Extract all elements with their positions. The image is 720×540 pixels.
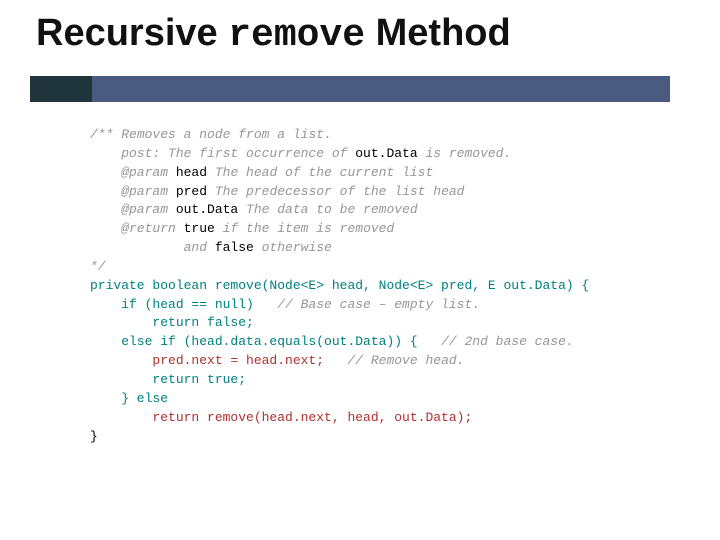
code-l11: return false;	[90, 315, 254, 330]
code-l04a: @param	[90, 184, 176, 199]
code-l07c: otherwise	[262, 240, 332, 255]
code-l06a: @return	[90, 221, 184, 236]
code-l01b: Removes a node from a list.	[121, 127, 332, 142]
code-l12a: else if (head.data.equals(out.Data)) {	[90, 334, 441, 349]
code-l03c: The head of the current list	[215, 165, 433, 180]
title-part2: Method	[365, 12, 511, 54]
code-l02a: post: The first occurrence of	[90, 146, 355, 161]
code-l03b: head	[176, 165, 215, 180]
code-l03a: @param	[90, 165, 176, 180]
code-l01a: /**	[90, 127, 121, 142]
code-l04c: The predecessor of the list head	[215, 184, 465, 199]
code-l08: */	[90, 259, 106, 274]
code-l17: }	[90, 429, 98, 444]
code-l14: return true;	[90, 372, 246, 387]
code-l09: private boolean remove(Node<E> head, Nod…	[90, 278, 589, 293]
code-l02c: is removed.	[425, 146, 511, 161]
code-l05b: out.Data	[176, 202, 246, 217]
code-l16: return remove(head.next, head, out.Data)…	[90, 410, 472, 425]
code-l02b: out.Data	[355, 146, 425, 161]
title-mono: remove	[228, 14, 365, 57]
code-l10b: // Base case – empty list.	[277, 297, 480, 312]
code-l15: } else	[90, 391, 168, 406]
code-l12b: // 2nd base case.	[441, 334, 574, 349]
code-l05c: The data to be removed	[246, 202, 418, 217]
title-rule	[30, 76, 670, 102]
title-rule-main	[92, 76, 670, 102]
code-l10a: if (head == null)	[90, 297, 277, 312]
code-block: /** Removes a node from a list. post: Th…	[90, 126, 589, 446]
code-l07a: and	[90, 240, 215, 255]
slide: Recursive remove Method /** Removes a no…	[0, 0, 720, 540]
title-rule-accent	[30, 76, 92, 102]
code-l04b: pred	[176, 184, 215, 199]
slide-title: Recursive remove Method	[36, 12, 511, 57]
code-l05a: @param	[90, 202, 176, 217]
code-l13a: pred.next = head.next;	[90, 353, 347, 368]
code-l13b: // Remove head.	[347, 353, 464, 368]
code-l07b: false	[215, 240, 262, 255]
code-l06b: true	[184, 221, 223, 236]
title-part1: Recursive	[36, 12, 228, 54]
code-l06c: if the item is removed	[223, 221, 395, 236]
